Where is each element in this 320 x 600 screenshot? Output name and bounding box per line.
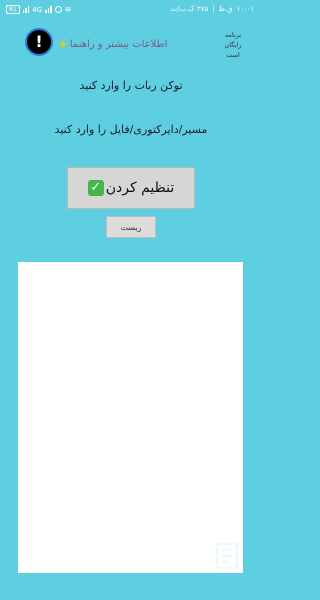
status-icons-left: 81 4G ≋ — [6, 5, 71, 14]
more-info-link[interactable]: اطلاعات بیشتر و راهنما ★ — [58, 38, 198, 51]
star-icon: ★ — [58, 38, 68, 51]
set-button[interactable]: تنظیم کردن ✓ — [67, 167, 195, 209]
status-time: ۱۰:۰۱ — [236, 5, 254, 13]
warning-button[interactable]: ! — [25, 28, 53, 56]
status-speed: ۳۷۵ ک.ب/ث — [170, 5, 209, 13]
battery-icon: 81 — [6, 5, 20, 14]
free-app-line: برنامه — [224, 31, 242, 39]
network-type: 4G — [32, 5, 43, 14]
more-info-label: اطلاعات بیشتر و راهنما — [69, 39, 168, 50]
status-am-pm: ق.ظ — [218, 5, 233, 13]
check-mark-icon: ✓ — [87, 180, 104, 196]
free-app-line: است — [226, 51, 240, 59]
signal-icon-2 — [45, 6, 52, 13]
status-bar: 81 4G ≋ ۱۰:۰۱ ق.ظ | ۳۷۵ ک.ب/ث — [0, 0, 262, 20]
exclamation-icon: ! — [35, 32, 43, 51]
status-separator: | — [212, 5, 215, 13]
free-app-line: رایگان — [224, 41, 242, 49]
output-area — [18, 262, 243, 573]
token-input-prompt[interactable]: توکن ربات را وارد کنید — [0, 79, 262, 92]
sync-icon — [54, 6, 62, 13]
signal-icon — [22, 6, 30, 13]
reset-button[interactable]: ریست — [106, 216, 156, 238]
free-app-note: برنامه رایگان است — [216, 30, 250, 60]
path-input-prompt[interactable]: مسیر/دایرکتوری/فایل را وارد کنید — [0, 123, 262, 136]
set-button-label: تنظیم کردن — [105, 180, 175, 196]
app-logo-watermark-icon — [215, 542, 239, 570]
wifi-icon: ≋ — [64, 5, 72, 14]
status-info-right: ۱۰:۰۱ ق.ظ | ۳۷۵ ک.ب/ث — [171, 5, 254, 13]
